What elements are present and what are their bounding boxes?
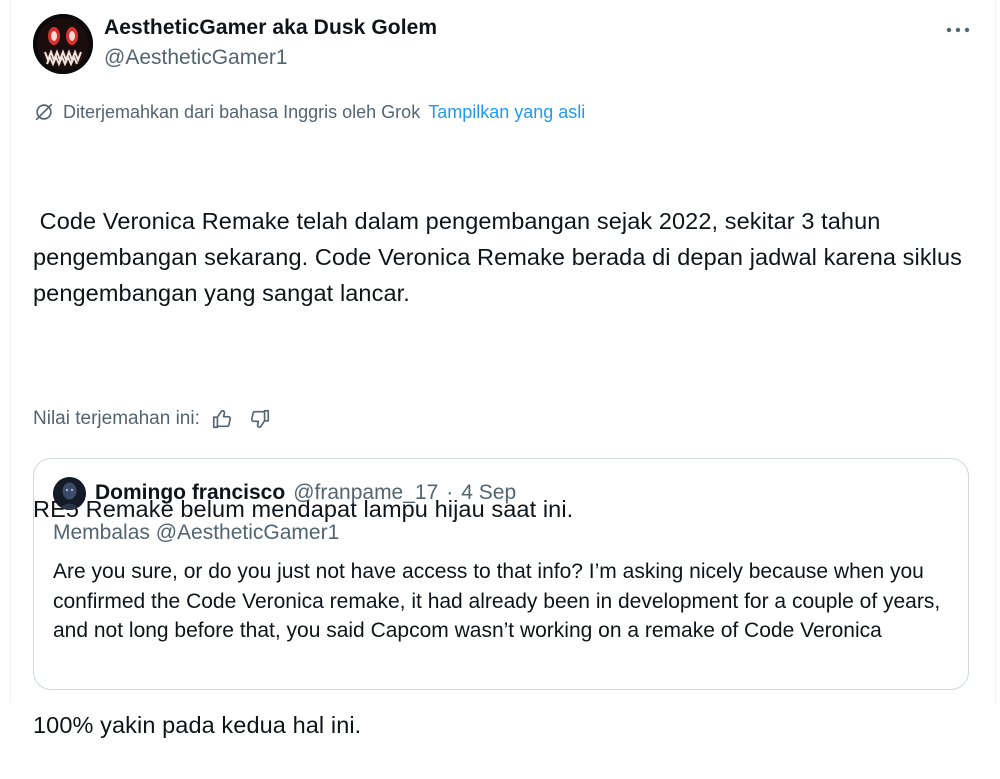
author-handle[interactable]: @AestheticGamer1 (104, 46, 288, 70)
thumbs-down-button[interactable] (248, 407, 272, 431)
thumbs-down-icon (250, 409, 269, 428)
grok-icon (35, 103, 53, 121)
quote-avatar-image (53, 477, 86, 510)
rate-label: Nilai terjemahan ini: (33, 408, 200, 429)
translation-notice: Diterjemahkan dari bahasa Inggris oleh G… (33, 101, 585, 123)
quote-date[interactable]: 4 Sep (461, 481, 516, 505)
tweet-paragraph: 100% yakin pada kedua hal ini. (33, 712, 362, 738)
tweet-paragraph: Code Veronica Remake telah dalam pengemb… (33, 208, 969, 306)
quote-author-handle[interactable]: @franpame_17 (293, 481, 438, 505)
show-original-link[interactable]: Tampilkan yang asli (428, 102, 585, 123)
quote-author-avatar[interactable] (53, 477, 86, 510)
author-avatar[interactable] (33, 14, 93, 74)
quote-separator: · (446, 481, 454, 504)
quote-header: Domingo francisco @franpame_17 · 4 Sep (95, 481, 516, 505)
author-name[interactable]: AestheticGamer aka Dusk Golem (104, 16, 437, 40)
frame-border-right (995, 0, 996, 703)
avatar-image (33, 14, 93, 74)
thumbs-up-button[interactable] (210, 407, 234, 431)
rate-translation: Nilai terjemahan ini: (33, 407, 272, 431)
frame-border-left (10, 0, 11, 703)
quoted-tweet-card[interactable]: Domingo francisco @franpame_17 · 4 Sep M… (33, 458, 969, 690)
quote-text: Are you sure, or do you just not have ac… (53, 560, 941, 642)
more-icon (946, 27, 970, 33)
thumbs-up-icon (212, 410, 231, 429)
translation-note: Diterjemahkan dari bahasa Inggris oleh G… (63, 101, 421, 122)
more-options-button[interactable] (938, 18, 978, 42)
quote-author-name[interactable]: Domingo francisco (95, 481, 285, 505)
quote-replying-to: Membalas @AestheticGamer1 (53, 521, 340, 544)
